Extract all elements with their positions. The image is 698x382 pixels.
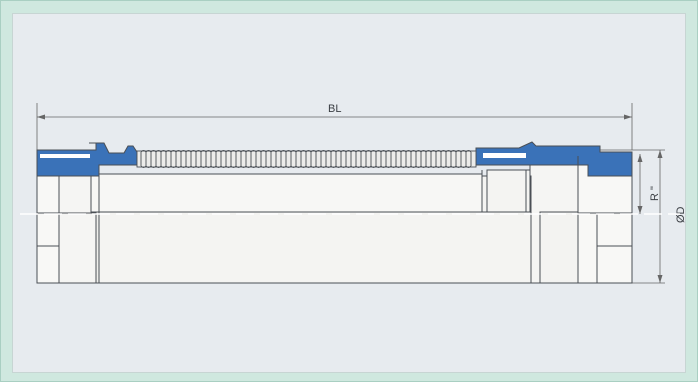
bellows: [136, 150, 477, 168]
bl-dimension: BL: [36, 103, 633, 150]
hose-assembly: [36, 141, 633, 284]
technical-drawing: BL R " ØD: [20, 103, 687, 284]
bl-label: BL: [328, 103, 341, 115]
r-label: R ": [649, 186, 661, 201]
